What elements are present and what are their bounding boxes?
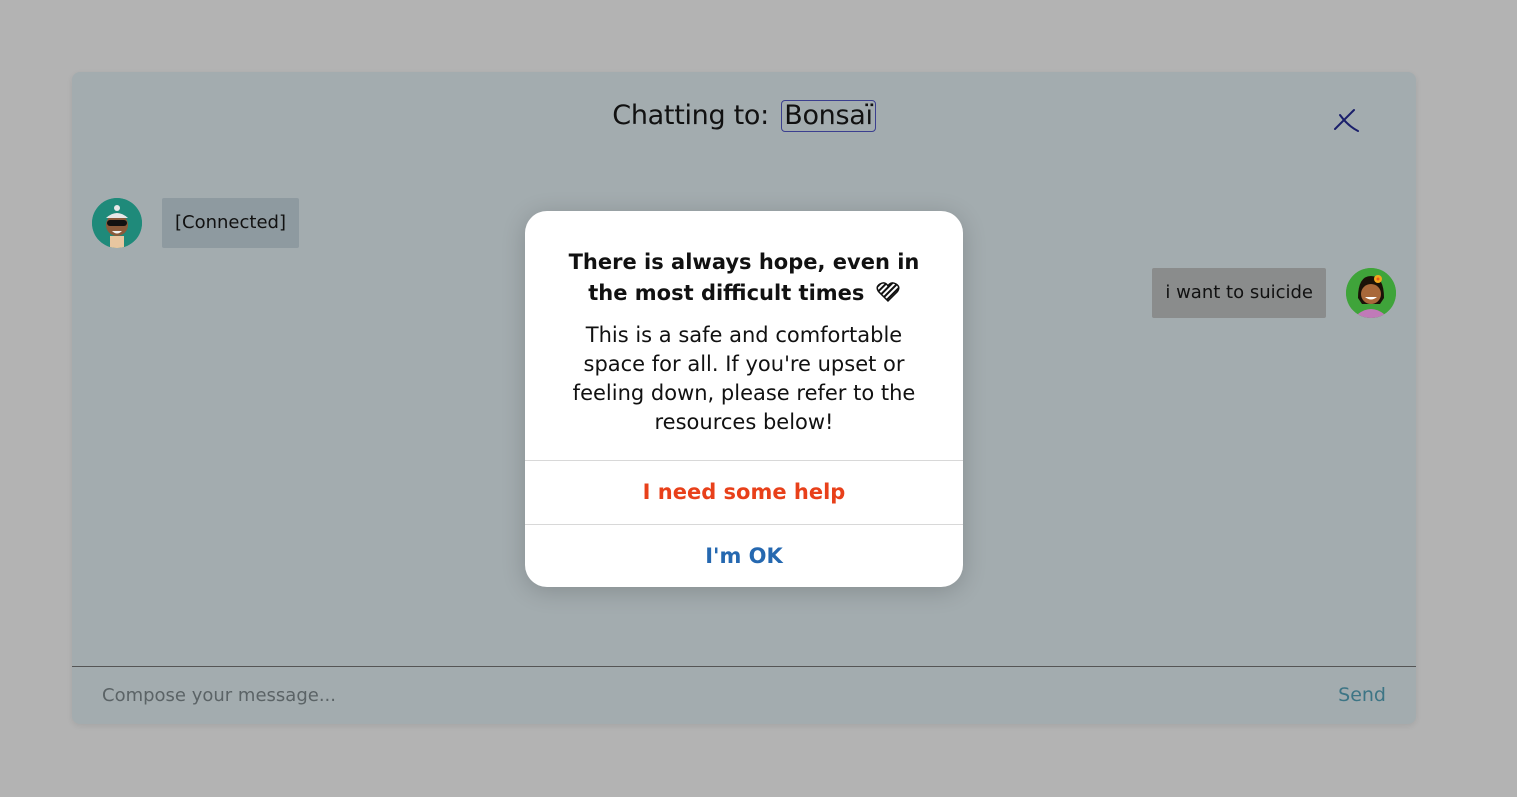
modal-title-text: There is always hope, even in the most d… [568, 250, 920, 305]
user-avatar [1346, 268, 1396, 318]
support-modal: There is always hope, even in the most d… [525, 211, 963, 587]
composer: Send [72, 666, 1416, 724]
message-bubble-connected: [Connected] [162, 198, 299, 248]
send-button[interactable]: Send [1338, 667, 1386, 724]
chat-header: Chatting to: Bonsaï [72, 100, 1416, 132]
close-icon[interactable] [1332, 106, 1360, 134]
im-ok-button[interactable]: I'm OK [525, 524, 963, 587]
modal-title: There is always hope, even in the most d… [555, 247, 933, 312]
chat-partner-name[interactable]: Bonsaï [781, 100, 876, 132]
need-help-button[interactable]: I need some help [525, 460, 963, 524]
modal-body: This is a safe and comfortable space for… [572, 323, 916, 434]
partner-avatar [92, 198, 142, 248]
header-prefix: Chatting to: [612, 100, 769, 131]
message-input[interactable] [102, 667, 1202, 724]
heart-icon [876, 281, 900, 312]
message-bubble-user: i want to suicide [1152, 268, 1326, 318]
